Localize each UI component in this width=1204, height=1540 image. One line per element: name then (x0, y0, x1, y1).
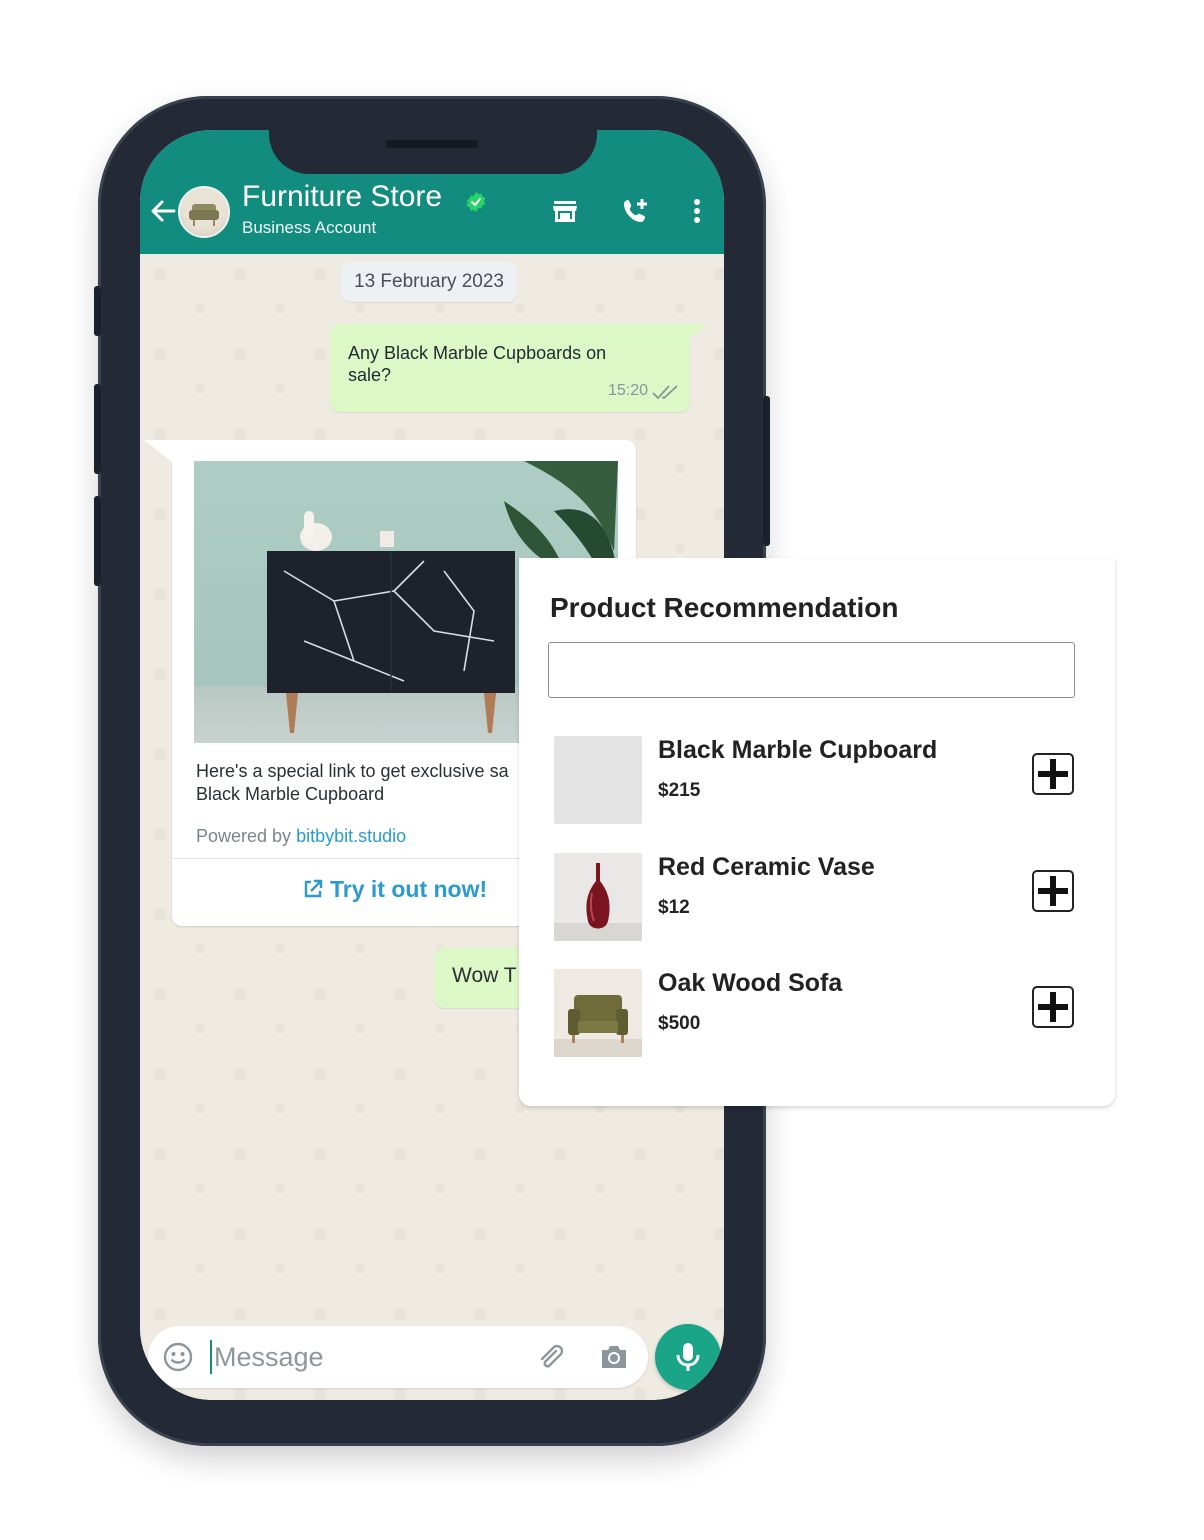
powered-by-link[interactable]: bitbybit.studio (296, 826, 406, 846)
product-price: $12 (658, 897, 690, 918)
volume-down-button (94, 496, 101, 586)
message-text: Wow T (452, 964, 517, 987)
sofa-image (554, 969, 642, 1057)
message-time: 15:20 (607, 382, 648, 399)
product-search-input[interactable] (548, 642, 1075, 698)
oak-sofa-illustration (554, 995, 642, 1057)
product-image-placeholder (554, 736, 642, 824)
try-it-out-button[interactable]: Try it out now! (302, 876, 487, 903)
emoji-icon[interactable] (162, 1341, 194, 1373)
product-name: Red Ceramic Vase (658, 853, 875, 881)
card-divider (172, 858, 522, 859)
message-input-bar (148, 1326, 648, 1388)
message-input[interactable] (214, 1334, 514, 1380)
add-product-button[interactable] (1032, 753, 1074, 795)
read-ticks-icon (652, 385, 678, 400)
more-options-icon[interactable] (682, 196, 712, 226)
add-call-icon[interactable] (620, 196, 650, 226)
store-name[interactable]: Furniture Store (242, 180, 442, 214)
account-type-label: Business Account (242, 218, 377, 237)
back-arrow-icon[interactable] (148, 196, 178, 226)
message-text: Any Black Marble Cupboards on sale? (348, 343, 607, 385)
attachment-icon[interactable] (534, 1341, 566, 1373)
product-price: $215 (658, 780, 701, 801)
external-link-icon (304, 879, 323, 898)
verified-badge-icon (466, 192, 486, 212)
add-product-button[interactable] (1032, 870, 1074, 912)
text-caret (210, 1340, 212, 1374)
phone-notch (269, 130, 597, 174)
vase-image (554, 853, 642, 941)
avatar[interactable] (178, 186, 230, 238)
product-price: $500 (658, 1013, 701, 1034)
product-item[interactable]: Black Marble Cupboard $215 (554, 736, 1074, 826)
product-name: Oak Wood Sofa (658, 969, 843, 997)
camera-icon[interactable] (598, 1342, 630, 1372)
store-icon[interactable] (550, 196, 580, 226)
card-message-text: Here's a special link to get exclusive s… (196, 761, 509, 804)
product-item[interactable]: Oak Wood Sofa $500 (554, 969, 1074, 1059)
outgoing-message[interactable]: Any Black Marble Cupboards on sale? 15:2… (330, 324, 708, 412)
armchair-icon (189, 204, 219, 226)
panel-title: Product Recommendation (550, 592, 899, 623)
product-name: Black Marble Cupboard (658, 736, 938, 764)
mute-switch (94, 286, 101, 336)
product-item[interactable]: Red Ceramic Vase $12 (554, 853, 1074, 943)
add-product-button[interactable] (1032, 986, 1074, 1028)
product-recommendation-panel: Product Recommendation Black Marble Cupb… (519, 558, 1115, 1106)
power-button (763, 396, 770, 546)
red-vase-illustration (554, 863, 642, 941)
date-chip: 13 February 2023 (341, 262, 517, 302)
mic-button[interactable] (655, 1324, 721, 1390)
volume-up-button (94, 384, 101, 474)
powered-by-text: Powered by bitbybit.studio (196, 826, 407, 846)
microphone-icon (676, 1343, 700, 1371)
